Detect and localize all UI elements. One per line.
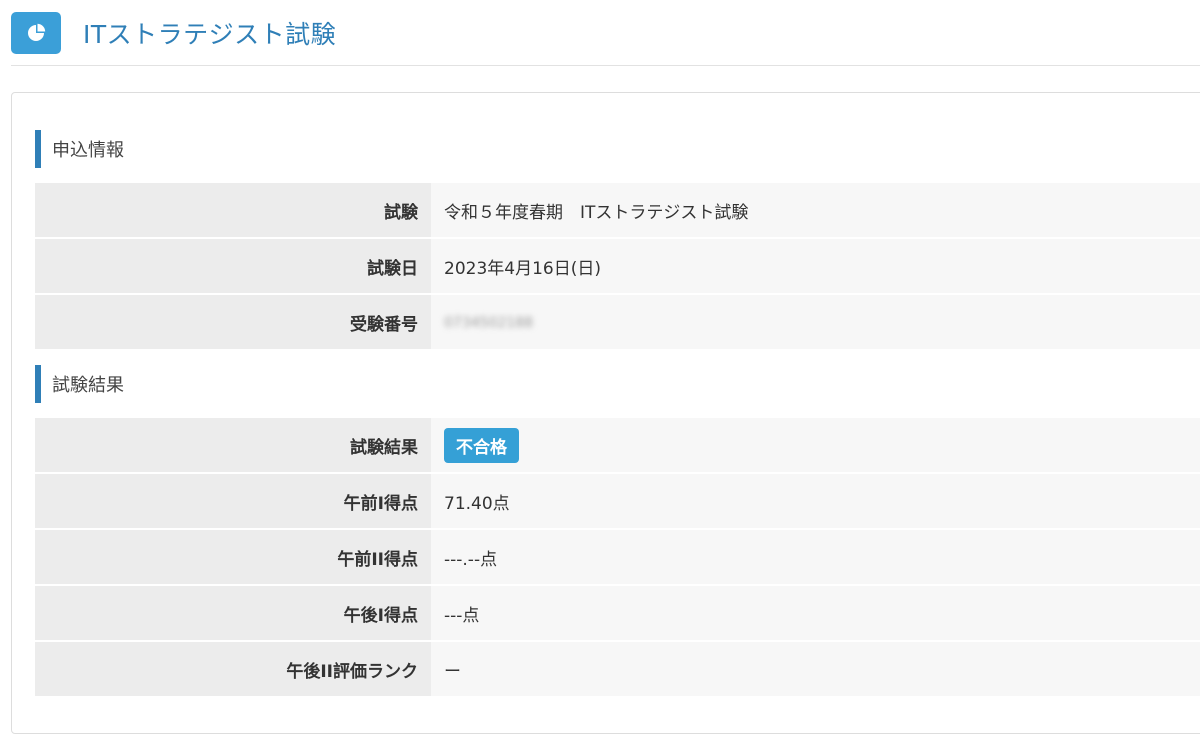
exam-detail-panel: 申込情報 試験 令和５年度春期 ITストラテジスト試験 試験日 2023年4月1… bbox=[11, 92, 1200, 734]
table-row: 試験結果 不合格 bbox=[35, 418, 1200, 474]
page-header: ITストラテジスト試験 bbox=[11, 12, 1200, 54]
table-row: 午前I得点 71.40点 bbox=[35, 473, 1200, 530]
table-row: 午後I得点 ---点 bbox=[35, 585, 1200, 642]
morning-2-score-label: 午前II得点 bbox=[35, 529, 431, 586]
table-row: 試験日 2023年4月16日(日) bbox=[35, 238, 1200, 295]
afternoon-2-rank-value: ー bbox=[431, 641, 1200, 698]
header-divider bbox=[11, 65, 1200, 66]
morning-1-score-value: 71.40点 bbox=[431, 473, 1200, 530]
examinee-number-blurred: 0734502188 bbox=[444, 315, 534, 331]
table-row: 受験番号 0734502188 bbox=[35, 294, 1200, 351]
pie-chart-icon bbox=[11, 12, 61, 54]
exam-result-heading: 試験結果 bbox=[35, 365, 124, 403]
afternoon-1-score-label: 午後I得点 bbox=[35, 585, 431, 642]
exam-date-value: 2023年4月16日(日) bbox=[431, 238, 1200, 295]
table-row: 試験 令和５年度春期 ITストラテジスト試験 bbox=[35, 183, 1200, 239]
afternoon-2-rank-label: 午後II評価ランク bbox=[35, 641, 431, 698]
result-status-badge: 不合格 bbox=[444, 427, 519, 463]
exam-date-label: 試験日 bbox=[35, 238, 431, 295]
application-info-table: 試験 令和５年度春期 ITストラテジスト試験 試験日 2023年4月16日(日)… bbox=[35, 183, 1200, 351]
exam-result-heading-text: 試験結果 bbox=[52, 375, 124, 396]
morning-1-score-label: 午前I得点 bbox=[35, 473, 431, 530]
heading-accent-bar bbox=[35, 130, 41, 168]
morning-2-score-value: ---.--点 bbox=[431, 529, 1200, 586]
examinee-number-value: 0734502188 bbox=[431, 294, 1200, 351]
result-value: 不合格 bbox=[431, 418, 1200, 474]
application-info-heading-text: 申込情報 bbox=[52, 140, 124, 161]
afternoon-1-score-value: ---点 bbox=[431, 585, 1200, 642]
application-info-heading: 申込情報 bbox=[35, 130, 124, 168]
result-label: 試験結果 bbox=[35, 418, 431, 474]
page-title: ITストラテジスト試験 bbox=[83, 20, 337, 49]
exam-value: 令和５年度春期 ITストラテジスト試験 bbox=[431, 183, 1200, 239]
exam-label: 試験 bbox=[35, 183, 431, 239]
exam-result-table: 試験結果 不合格 午前I得点 71.40点 午前II得点 ---.--点 午後I… bbox=[35, 418, 1200, 698]
heading-accent-bar bbox=[35, 365, 41, 403]
table-row: 午前II得点 ---.--点 bbox=[35, 529, 1200, 586]
examinee-number-label: 受験番号 bbox=[35, 294, 431, 351]
table-row: 午後II評価ランク ー bbox=[35, 641, 1200, 698]
